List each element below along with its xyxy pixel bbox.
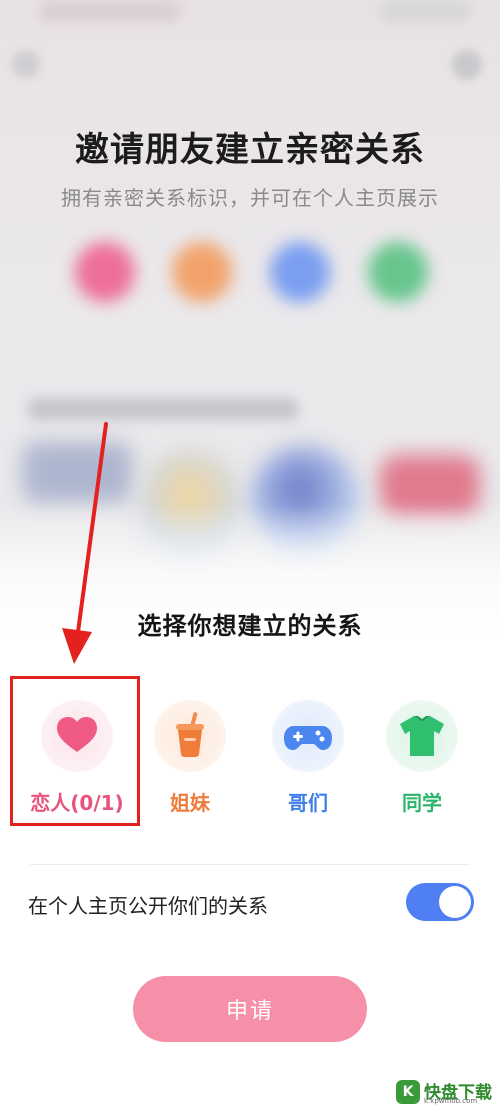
watermark-subtext: k.kpwmob.com — [424, 1097, 478, 1105]
bg-shirt-icon — [368, 242, 428, 302]
relationship-label: 姐妹 — [170, 791, 210, 815]
cup-icon — [154, 700, 226, 772]
selection-highlight — [10, 676, 140, 826]
relationship-option-classmates[interactable]: 同学 — [362, 680, 482, 820]
relationship-option-sisters[interactable]: 姐妹 — [130, 680, 250, 820]
sheet-title: 选择你想建立的关系 — [137, 612, 363, 640]
bg-cup-icon — [172, 242, 232, 302]
help-icon — [452, 50, 482, 80]
status-bar-blur — [40, 0, 180, 22]
gamepad-icon — [272, 700, 344, 772]
watermark-logo-icon: K — [396, 1080, 420, 1104]
page-subtitle: 拥有亲密关系标识，并可在个人主页展示 — [61, 186, 439, 210]
toggle-knob — [439, 886, 471, 918]
status-bar-right-blur — [380, 0, 470, 22]
divider — [30, 864, 470, 865]
bg-card — [22, 442, 132, 502]
relationship-label: 哥们 — [288, 791, 328, 815]
bg-gamepad-icon — [270, 242, 330, 302]
shirt-icon — [386, 700, 458, 772]
bg-heart-icon — [75, 242, 135, 302]
relationship-option-buddies[interactable]: 哥们 — [248, 680, 368, 820]
apply-button[interactable]: 申请 — [133, 976, 367, 1042]
back-icon — [12, 50, 40, 78]
bg-section-label — [28, 398, 298, 420]
public-toggle[interactable] — [406, 883, 474, 921]
watermark: K 快盘下载 k.kpwmob.com — [396, 1077, 494, 1107]
relationship-label: 同学 — [402, 791, 442, 815]
page-title: 邀请朋友建立亲密关系 — [75, 130, 425, 170]
public-toggle-label: 在个人主页公开你们的关系 — [28, 894, 268, 918]
